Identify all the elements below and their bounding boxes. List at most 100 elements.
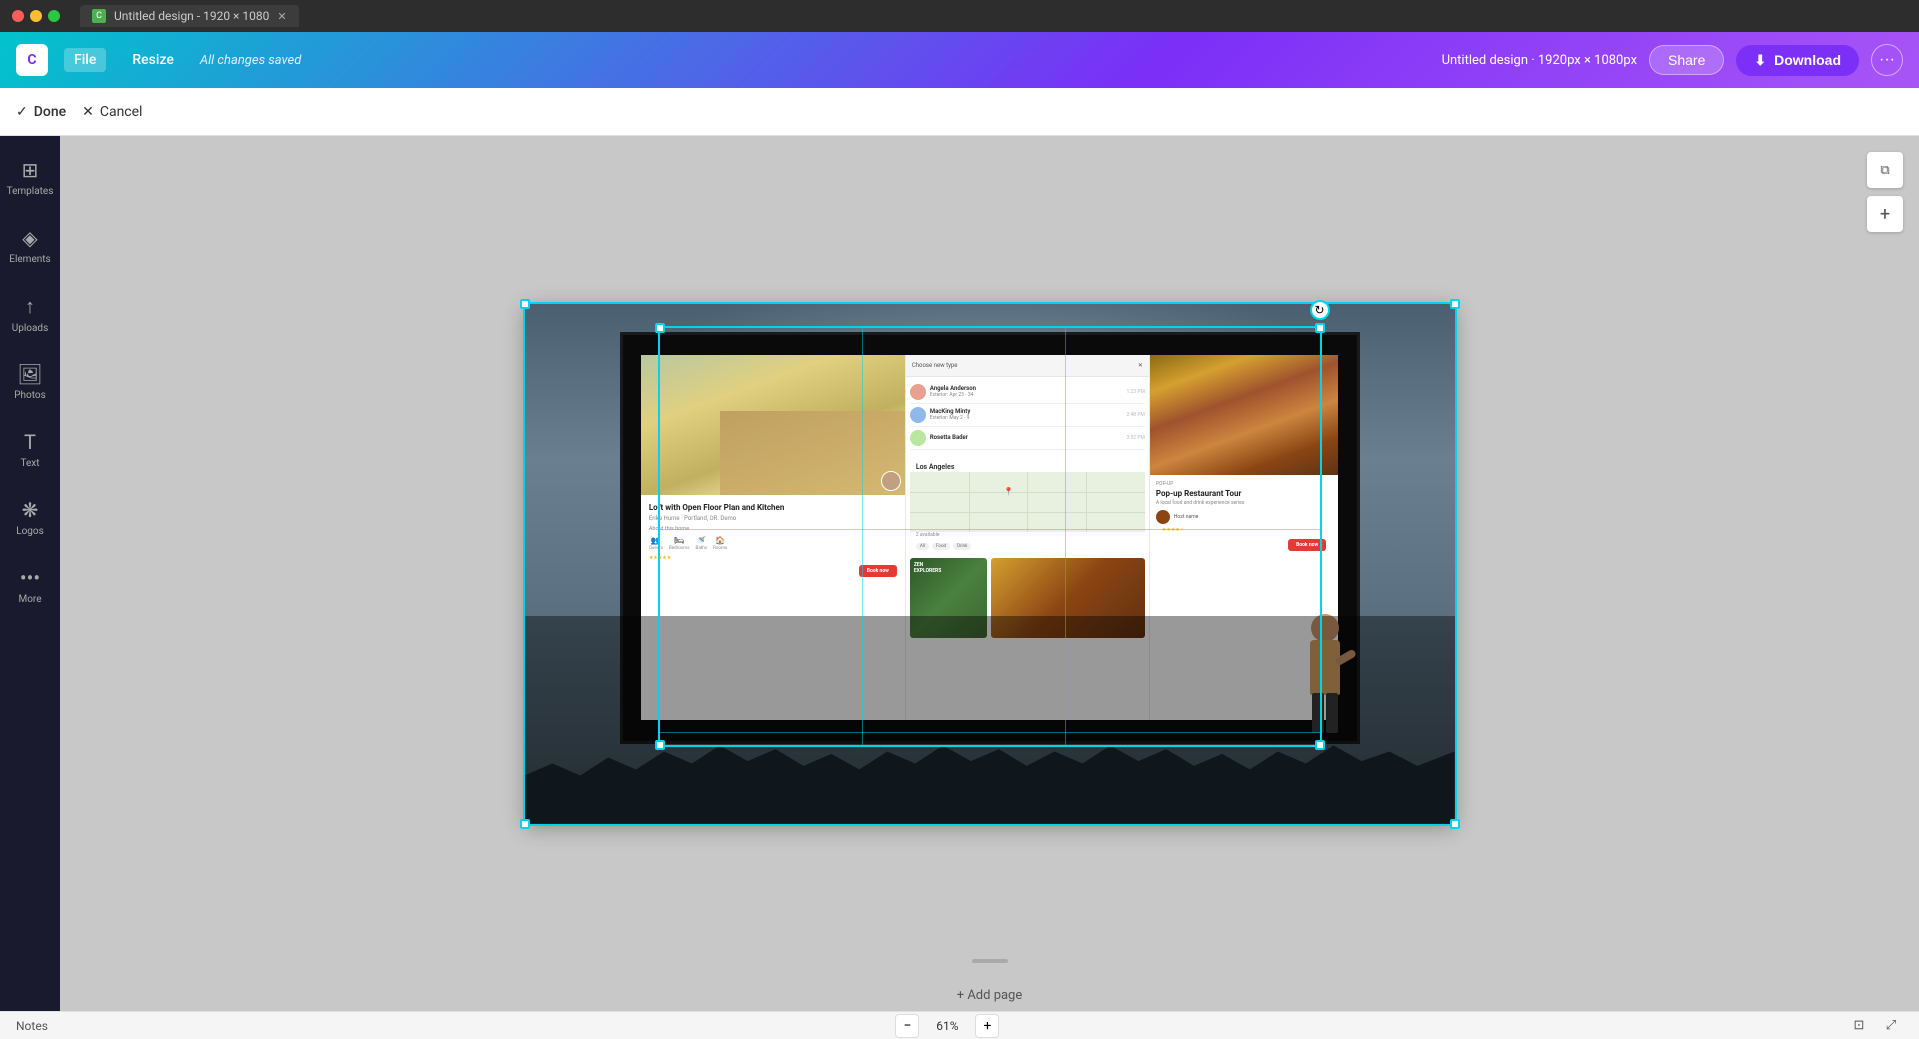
chat-info-1: Angela Anderson Exterior: Apr 23 - 34 [930, 385, 1123, 398]
sidebar-item-text[interactable]: T Text [0, 416, 60, 484]
templates-label: Templates [7, 186, 54, 198]
map-marker: 📍 [1004, 487, 1014, 496]
photos-icon: 🖼 [17, 362, 42, 386]
resize-label: Resize [132, 52, 174, 68]
listing-title: Loft with Open Floor Plan and Kitchen [649, 503, 897, 512]
zoom-controls: − 61% + [895, 1014, 999, 1038]
fullscreen-button[interactable]: ⤢ [1879, 1014, 1903, 1038]
page-view-button[interactable]: ⊡ [1847, 1014, 1871, 1038]
more-icon: ••• [20, 566, 40, 590]
sidebar-item-elements[interactable]: ◈ Elements [0, 212, 60, 280]
listing-photo-img [641, 355, 905, 495]
listing-photo [641, 355, 905, 495]
zen-area: ZENEXPLORERS [910, 558, 1145, 638]
text-icon: T [24, 430, 36, 454]
food-image-top [1150, 355, 1338, 475]
share-button[interactable]: Share [1649, 45, 1724, 75]
sidebar-item-templates[interactable]: ⊞ Templates [0, 144, 60, 212]
browser-controls [12, 10, 60, 22]
filter-row: All Food Drink [910, 541, 1145, 552]
canvas-slide[interactable]: Loft with Open Floor Plan and Kitchen Er… [525, 304, 1455, 824]
chat-info-2: MacKing Minty Exterior: May 2 - 9 [930, 408, 1123, 421]
maximize-dot[interactable] [48, 10, 60, 22]
add-page-area: + Add page [60, 988, 1919, 1003]
audience [525, 704, 1455, 824]
browser-bar: C Untitled design - 1920 × 1080 ✕ [0, 0, 1919, 32]
elements-icon: ◈ [22, 226, 37, 250]
zoom-minus-button[interactable]: − [895, 1014, 919, 1038]
sidebar-item-more[interactable]: ••• More [0, 552, 60, 620]
add-icon[interactable]: + [1867, 196, 1903, 232]
x-icon: ✕ [82, 104, 94, 120]
minimize-dot[interactable] [30, 10, 42, 22]
uploads-label: Uploads [12, 323, 48, 335]
add-page-button[interactable]: + Add page [957, 988, 1023, 1003]
resize-button[interactable]: Resize [122, 48, 184, 72]
sidebar-item-uploads[interactable]: ↑ Uploads [0, 280, 60, 348]
listing-about: About this home [649, 526, 897, 532]
main-area: ⊞ Templates ◈ Elements ↑ Uploads 🖼 Photo… [0, 136, 1919, 1011]
avatar-1 [910, 384, 926, 400]
cancel-button[interactable]: ✕ Cancel [82, 104, 142, 120]
food-host-avatar [1156, 510, 1170, 524]
templates-icon: ⊞ [22, 158, 39, 182]
page-indicator [60, 959, 1919, 963]
zoom-level: 61% [927, 1019, 967, 1033]
sidebar-item-photos[interactable]: 🖼 Photos [0, 348, 60, 416]
close-dot[interactable] [12, 10, 24, 22]
header-right: Untitled design · 1920px × 1080px Share … [1442, 44, 1903, 76]
zen-card: ZENEXPLORERS [910, 558, 987, 638]
chat-list: Angela Anderson Exterior: Apr 23 - 34 1:… [906, 377, 1149, 454]
sidebar-item-logos[interactable]: ❋ Logos [0, 484, 60, 552]
book-button[interactable]: Book now [859, 565, 897, 577]
chat-item-3: Rosetta Bader 3:52 PM [910, 427, 1145, 450]
chef-card [991, 558, 1145, 638]
file-label: File [74, 52, 96, 68]
download-icon: ⬇ [1754, 52, 1766, 69]
food-host-row: Host name [1156, 510, 1332, 524]
toolbar: ✓ Done ✕ Cancel [0, 88, 1919, 136]
food-popup-desc: A local food and drink experience series [1156, 500, 1332, 507]
notes-button[interactable]: Notes [16, 1019, 48, 1033]
listing-stars: ★★★★★ [649, 555, 897, 561]
chat-header: Choose new type ✕ [906, 355, 1149, 377]
done-button[interactable]: ✓ Done [16, 104, 66, 120]
listing-host: Erika Hume · Portland, OR. Demo [649, 515, 897, 522]
canva-logo[interactable]: C [16, 44, 48, 76]
header: C File Resize All changes saved Untitled… [0, 32, 1919, 88]
more-options-button[interactable]: ··· [1871, 44, 1903, 76]
listing-host-avatar [881, 471, 901, 491]
browser-tab[interactable]: C Untitled design - 1920 × 1080 ✕ [80, 5, 299, 27]
zoom-plus-button[interactable]: + [975, 1014, 999, 1038]
duplicate-icon[interactable]: ⧉ [1867, 152, 1903, 188]
presenter [1295, 614, 1355, 744]
food-stars: ★★★★☆ [1156, 527, 1332, 533]
listing-icons-row: 👥Guests 🛏Bedrooms 🚿Baths 🏠Rooms [649, 536, 897, 551]
text-label: Text [20, 458, 39, 470]
map-label: Los Angeles [910, 460, 1145, 472]
status-bar: Notes − 61% + ⊡ ⤢ [0, 1011, 1919, 1039]
presenter-torso [1310, 640, 1340, 695]
avatar-3 [910, 430, 926, 446]
listing-panel: Loft with Open Floor Plan and Kitchen Er… [641, 355, 906, 720]
tab-close-icon[interactable]: ✕ [277, 10, 286, 23]
map-area: 📍 [910, 472, 1145, 532]
screen-content: Loft with Open Floor Plan and Kitchen Er… [641, 355, 1338, 720]
tab-title: Untitled design - 1920 × 1080 [114, 9, 269, 23]
presenter-legs [1312, 693, 1338, 733]
food-book-button[interactable]: Book now [1288, 539, 1326, 551]
conference-background: Loft with Open Floor Plan and Kitchen Er… [525, 304, 1455, 824]
design-title: Untitled design · 1920px × 1080px [1442, 53, 1637, 68]
avatar-2 [910, 407, 926, 423]
file-button[interactable]: File [64, 48, 106, 72]
elements-label: Elements [9, 254, 50, 266]
logos-label: Logos [16, 526, 44, 538]
logos-icon: ❋ [22, 498, 39, 522]
presenter-head [1311, 614, 1339, 642]
map-section: Los Angeles [906, 458, 1149, 554]
tab-favicon: C [92, 9, 106, 23]
canvas-area[interactable]: ⧉ + [60, 136, 1919, 1011]
chat-info-3: Rosetta Bader [930, 434, 1123, 441]
download-button[interactable]: ⬇ Download [1736, 45, 1859, 76]
logo-text: C [27, 52, 36, 68]
